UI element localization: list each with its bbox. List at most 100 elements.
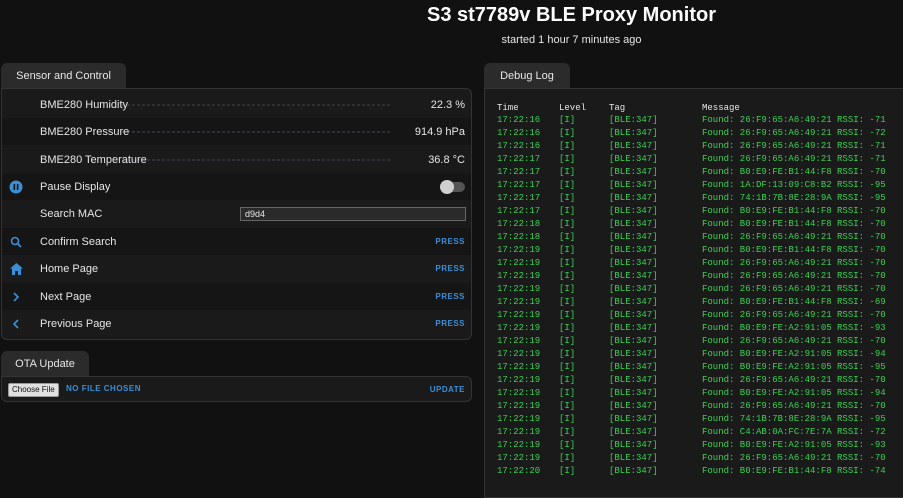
toggle-knob [440, 179, 454, 194]
col-level-header: Level [559, 103, 587, 113]
log-level: [I] [559, 180, 576, 190]
tab-ota-update[interactable]: OTA Update [1, 351, 89, 377]
next-page-button[interactable]: PRESS [435, 292, 465, 301]
log-level: [I] [559, 206, 576, 216]
log-message: Found: 26:F9:65:A6:49:21 RSSI: -72 [702, 128, 886, 138]
log-time: 17:22:17 [497, 154, 541, 164]
log-message: Found: 26:F9:65:A6:49:21 RSSI: -71 [702, 115, 886, 125]
log-message: Found: B0:E9:FE:B1:44:F8 RSSI: -69 [702, 297, 886, 307]
log-level: [I] [559, 141, 576, 151]
log-tag: [BLE:347] [609, 154, 658, 164]
file-status-text: NO FILE CHOSEN [66, 384, 142, 393]
log-tag: [BLE:347] [609, 115, 658, 125]
sensor-control-panel: BME280 Humidity 22.3 % BME280 Pressure 9… [1, 88, 472, 340]
log-tag: [BLE:347] [609, 206, 658, 216]
confirm-search-row: Confirm Search PRESS [2, 228, 471, 255]
log-time: 17:22:17 [497, 206, 541, 216]
log-message: Found: 74:1B:7B:8E:28:9A RSSI: -95 [702, 414, 886, 424]
pause-display-row: Pause Display [2, 173, 471, 200]
log-tag: [BLE:347] [609, 284, 658, 294]
update-button[interactable]: UPDATE [430, 385, 465, 394]
humidity-value: 22.3 % [430, 98, 465, 111]
tab-debug-log[interactable]: Debug Log [484, 63, 570, 89]
log-level: [I] [559, 271, 576, 281]
page-subtitle: started 1 hour 7 minutes ago [501, 34, 642, 46]
log-time: 17:22:17 [497, 180, 541, 190]
log-tag: [BLE:347] [609, 310, 658, 320]
log-level: [I] [559, 115, 576, 125]
chevron-right-icon [9, 290, 23, 304]
log-message: Found: 26:F9:65:A6:49:21 RSSI: -70 [702, 284, 886, 294]
next-page-label: Next Page [40, 290, 92, 303]
log-tag: [BLE:347] [609, 245, 658, 255]
log-level: [I] [559, 440, 576, 450]
temperature-sparkline [122, 159, 391, 161]
log-message: Found: B0:E9:FE:B1:44:F8 RSSI: -70 [702, 167, 886, 177]
log-time: 17:22:19 [497, 414, 541, 424]
search-mac-row: Search MAC d9d4 [2, 200, 471, 227]
previous-page-label: Previous Page [40, 317, 112, 330]
log-time: 17:22:19 [497, 336, 541, 346]
previous-page-button[interactable]: PRESS [435, 319, 465, 328]
log-message: Found: B0:E9:FE:A2:91:05 RSSI: -93 [702, 323, 886, 333]
log-message: Found: C4:AB:0A:FC:7E:7A RSSI: -72 [702, 427, 886, 437]
log-time: 17:22:19 [497, 323, 541, 333]
log-message: Found: B0:E9:FE:B1:44:F8 RSSI: -70 [702, 245, 886, 255]
log-message: Found: B0:E9:FE:A2:91:05 RSSI: -93 [702, 440, 886, 450]
log-time: 17:22:17 [497, 193, 541, 203]
log-level: [I] [559, 128, 576, 138]
log-tag: [BLE:347] [609, 401, 658, 411]
log-message: Found: 74:1B:7B:8E:28:9A RSSI: -95 [702, 193, 886, 203]
log-tag: [BLE:347] [609, 141, 658, 151]
log-time: 17:22:19 [497, 440, 541, 450]
log-level: [I] [559, 401, 576, 411]
debug-log-panel: Time Level Tag Message 17:22:16 [I] [BLE:3… [484, 88, 903, 498]
log-message: Found: B0:E9:FE:B1:44:F8 RSSI: -70 [702, 219, 886, 229]
log-level: [I] [559, 193, 576, 203]
log-tag: [BLE:347] [609, 167, 658, 177]
col-time-header: Time [497, 103, 519, 113]
log-level: [I] [559, 336, 576, 346]
log-tag: [BLE:347] [609, 414, 658, 424]
log-tag: [BLE:347] [609, 336, 658, 346]
tab-sensor-and-control[interactable]: Sensor and Control [1, 63, 126, 89]
pressure-value: 914.9 hPa [414, 125, 465, 138]
log-tag: [BLE:347] [609, 219, 658, 229]
log-message: Found: 26:F9:65:A6:49:21 RSSI: -70 [702, 453, 886, 463]
choose-file-button[interactable]: Choose File [8, 383, 59, 397]
log-message: Found: 26:F9:65:A6:49:21 RSSI: -70 [702, 375, 886, 385]
log-message: Found: B0:E9:FE:B1:44:F8 RSSI: -74 [702, 466, 886, 476]
log-level: [I] [559, 167, 576, 177]
log-time: 17:22:20 [497, 466, 541, 476]
log-time: 17:22:16 [497, 128, 541, 138]
log-tag: [BLE:347] [609, 349, 658, 359]
previous-page-row: Previous Page PRESS [2, 310, 471, 337]
log-level: [I] [559, 414, 576, 424]
log-level: [I] [559, 323, 576, 333]
log-tag: [BLE:347] [609, 453, 658, 463]
humidity-label: BME280 Humidity [40, 98, 129, 111]
log-level: [I] [559, 349, 576, 359]
log-tag: [BLE:347] [609, 232, 658, 242]
log-tag: [BLE:347] [609, 388, 658, 398]
search-mac-input[interactable]: d9d4 [240, 206, 466, 221]
home-page-button[interactable]: PRESS [435, 264, 465, 273]
log-tag: [BLE:347] [609, 440, 658, 450]
log-time: 17:22:18 [497, 219, 541, 229]
log-tag: [BLE:347] [609, 323, 658, 333]
log-message: Found: B0:E9:FE:A2:91:05 RSSI: -95 [702, 362, 886, 372]
log-level: [I] [559, 427, 576, 437]
log-time: 17:22:19 [497, 271, 541, 281]
log-level: [I] [559, 297, 576, 307]
log-level: [I] [559, 310, 576, 320]
confirm-search-button[interactable]: PRESS [435, 237, 465, 246]
pressure-label: BME280 Pressure [40, 125, 130, 138]
humidity-row: BME280 Humidity 22.3 % [2, 91, 471, 118]
log-message: Found: 26:F9:65:A6:49:21 RSSI: -70 [702, 258, 886, 268]
log-time: 17:22:16 [497, 115, 541, 125]
pause-display-toggle[interactable] [440, 179, 465, 194]
log-tag: [BLE:347] [609, 180, 658, 190]
log-level: [I] [559, 466, 576, 476]
log-tag: [BLE:347] [609, 271, 658, 281]
temperature-label: BME280 Temperature [40, 153, 147, 166]
